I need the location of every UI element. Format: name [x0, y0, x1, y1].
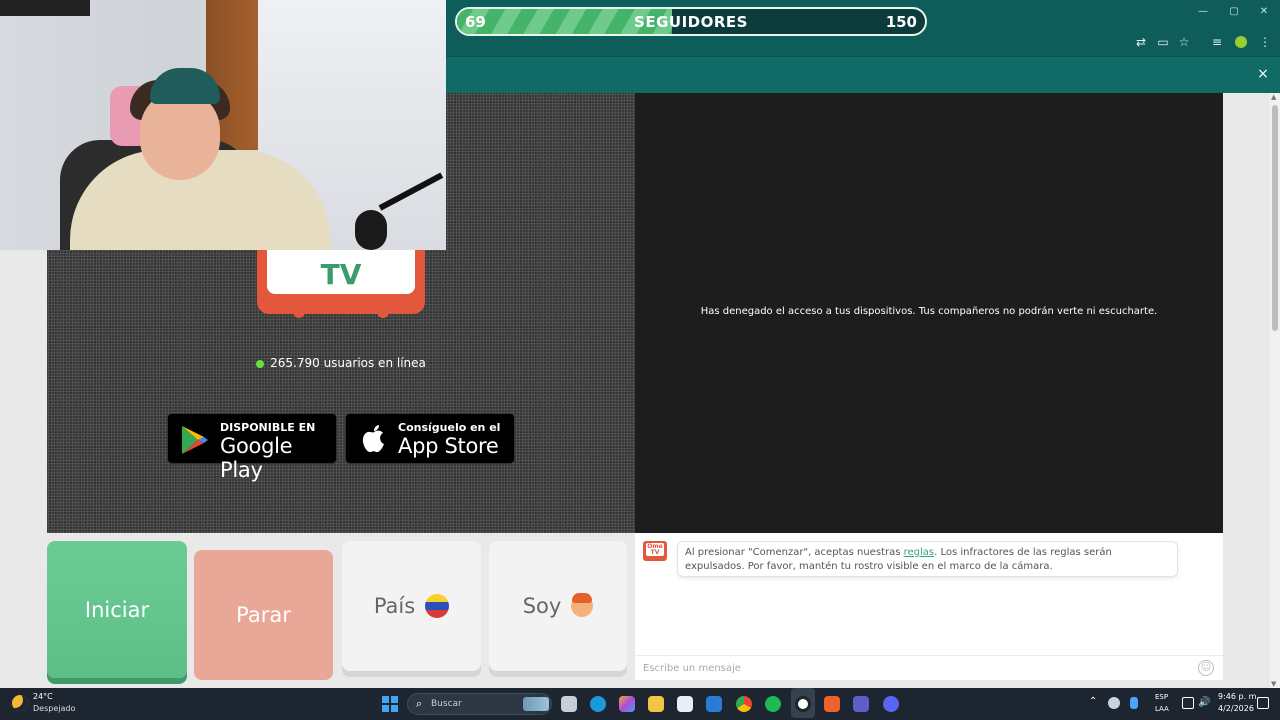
volume-icon[interactable]: 🔊	[1198, 697, 1210, 709]
spotify-icon[interactable]	[765, 696, 781, 712]
venezuela-flag-icon	[425, 594, 450, 618]
country-button[interactable]: País	[342, 541, 481, 671]
google-play-big-text: Google Play	[220, 434, 293, 482]
followers-goal: 150	[885, 13, 917, 31]
scroll-down-icon[interactable]: ▼	[1271, 680, 1276, 688]
network-icon[interactable]	[1182, 697, 1194, 709]
followers-label: SEGUIDORES	[634, 13, 748, 31]
cast-icon[interactable]: ▭	[1155, 34, 1171, 50]
restore-icon[interactable]: ▢	[1224, 6, 1244, 17]
apple-icon	[362, 425, 384, 453]
discord-icon[interactable]	[883, 696, 899, 712]
search-highlight-image	[523, 697, 549, 711]
google-play-button[interactable]: DISPONIBLE EN Google Play	[167, 413, 337, 482]
google-play-icon	[182, 426, 208, 454]
windows-start-icon[interactable]	[382, 696, 398, 712]
banner-close-icon[interactable]: ×	[1255, 66, 1271, 82]
country-button-label: País	[373, 594, 416, 618]
mic-tray-icon[interactable]	[1130, 697, 1138, 709]
page-scrollbar[interactable]: ▲ ▼	[1270, 93, 1280, 688]
followers-goal-bar: 69 SEGUIDORES 150	[455, 7, 927, 36]
notification-icon[interactable]	[1257, 697, 1269, 709]
language-top[interactable]: ESP	[1155, 693, 1168, 701]
tray-overflow-icon[interactable]: ⌃	[1089, 696, 1097, 707]
search-icon: ⌕	[416, 697, 423, 710]
online-users-count: 265.790 usuarios en línea	[47, 356, 635, 370]
google-play-small-text: DISPONIBLE EN	[220, 421, 316, 434]
file-explorer-icon[interactable]	[648, 696, 664, 712]
onedrive-icon[interactable]	[1108, 697, 1120, 709]
rules-link[interactable]: reglas	[904, 547, 935, 558]
task-view-icon[interactable]	[561, 696, 577, 712]
language-bottom[interactable]: LAA	[1155, 705, 1169, 713]
windows-taskbar: 24°C Despejado ⌕ Buscar ⌃ ESP LAA 🔊 9:46…	[0, 688, 1280, 720]
close-window-icon[interactable]: ✕	[1254, 6, 1274, 17]
teams-icon[interactable]	[853, 696, 869, 712]
message-input[interactable]	[635, 655, 1223, 680]
search-placeholder: Buscar	[431, 699, 462, 709]
streamer-webcam-overlay	[0, 0, 446, 250]
ometv-chat-logo-icon: Ome TV	[643, 541, 667, 561]
gender-button[interactable]: Soy	[489, 541, 627, 671]
scroll-up-icon[interactable]: ▲	[1271, 93, 1276, 101]
start-button[interactable]: Iniciar	[47, 541, 187, 678]
media-control-icon[interactable]: ≡	[1209, 34, 1225, 50]
online-status-icon	[256, 359, 265, 368]
app-store-big-text: App Store	[398, 434, 499, 458]
mail-icon[interactable]	[706, 696, 722, 712]
app-store-button[interactable]: Consíguelo en el App Store	[345, 413, 515, 464]
stop-button[interactable]: Parar	[194, 550, 333, 680]
weather-temperature[interactable]: 24°C	[33, 692, 53, 701]
taskbar-search[interactable]: ⌕ Buscar	[407, 693, 552, 715]
profile-avatar-icon[interactable]	[1235, 36, 1247, 48]
system-message: Al presionar "Comenzar", aceptas nuestra…	[677, 541, 1178, 577]
moon-weather-icon[interactable]	[12, 695, 28, 711]
microphone-icon	[355, 210, 387, 250]
translate-icon[interactable]: ⇄	[1133, 34, 1149, 50]
device-denied-message: Has denegado el acceso a tus dispositivo…	[700, 306, 1158, 317]
chat-panel: Ome TV Al presionar "Comenzar", aceptas …	[635, 533, 1223, 680]
ometv-logo: TV	[257, 250, 425, 318]
chrome-icon[interactable]	[736, 696, 752, 712]
clock-date[interactable]: 4/2/2026	[1218, 704, 1254, 713]
clock-time[interactable]: 9:46 p. m.	[1218, 692, 1259, 701]
emoji-icon[interactable]: ☺	[1198, 660, 1214, 676]
boy-face-icon	[571, 593, 594, 617]
scrollbar-thumb[interactable]	[1272, 105, 1278, 331]
partner-video-panel: Has denegado el acceso a tus dispositivo…	[635, 93, 1223, 533]
browser-menu-icon[interactable]: ⋮	[1257, 34, 1273, 50]
ometv-logo-text: TV	[320, 258, 362, 291]
weather-description[interactable]: Despejado	[33, 704, 75, 713]
start-button-label: Iniciar	[84, 597, 150, 622]
bookmark-star-icon[interactable]: ☆	[1176, 34, 1192, 50]
edge-icon[interactable]	[590, 696, 606, 712]
store-icon[interactable]	[677, 696, 693, 712]
minimize-icon[interactable]: —	[1193, 6, 1213, 17]
copilot-icon[interactable]	[619, 696, 635, 712]
crunchyroll-icon[interactable]	[824, 696, 840, 712]
gender-button-label: Soy	[522, 594, 562, 618]
obs-icon[interactable]	[795, 696, 811, 712]
app-store-small-text: Consíguelo en el	[398, 421, 501, 434]
stop-button-label: Parar	[236, 603, 291, 627]
